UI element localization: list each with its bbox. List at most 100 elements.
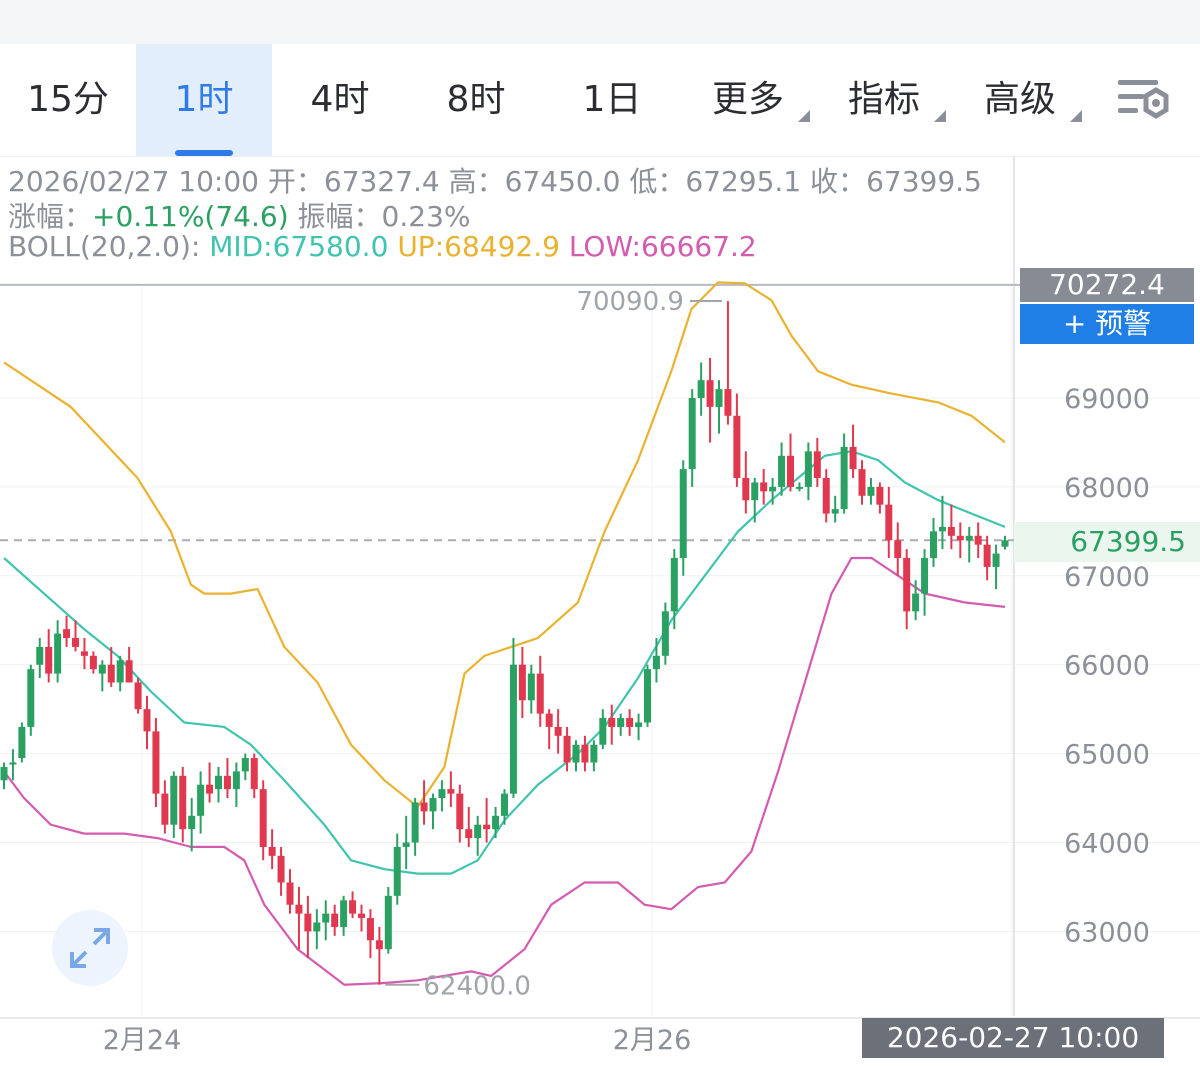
candle-body [0, 766, 8, 781]
y-tick-label-5: 68000 [1064, 473, 1150, 504]
y-tick-label-1: 64000 [1064, 829, 1150, 860]
candle-body [652, 655, 660, 670]
tab-2[interactable]: 4时 [272, 44, 408, 156]
x-tick-label-0: 2月24 [103, 1025, 182, 1056]
candle-body [366, 918, 374, 941]
y-tick-label-0: 63000 [1064, 917, 1150, 948]
y-tick-label-4: 67000 [1064, 562, 1150, 593]
candle-body [286, 882, 294, 905]
dropdown-triangle-icon [798, 110, 810, 122]
candle-body [295, 904, 303, 914]
candle-body [947, 526, 955, 536]
candle-body [456, 793, 464, 830]
tab-7[interactable]: 高级 [952, 44, 1088, 156]
candle-body [626, 718, 634, 727]
candle-body [769, 486, 777, 492]
candle-body [420, 802, 428, 812]
dropdown-triangle-icon [934, 110, 946, 122]
candle-body [590, 744, 598, 763]
candle-body [143, 709, 151, 732]
candle-body [778, 455, 786, 487]
candle-body [938, 526, 946, 532]
candle-body [965, 535, 973, 541]
add-alert-button[interactable]: + 预警 [1020, 304, 1194, 344]
boll-upper-line [3, 281, 1006, 809]
candle-body [661, 611, 669, 656]
candle-body [545, 713, 553, 727]
candle-body [116, 660, 124, 683]
candle-body [608, 718, 616, 727]
candle-body [724, 389, 732, 416]
candle-body [125, 660, 133, 683]
candle-body [161, 793, 169, 825]
candle-body [831, 509, 839, 514]
candle-body [331, 913, 339, 927]
candle-body [912, 593, 920, 612]
candle-body [268, 846, 276, 856]
candle-body [858, 469, 866, 496]
candle-body [706, 380, 714, 407]
tab-label: 4时 [310, 79, 370, 120]
y-tick-label-3: 66000 [1064, 651, 1150, 682]
chart-settings-icon[interactable] [1112, 72, 1172, 128]
candle-body [688, 398, 696, 470]
crosshair-time-label: 2026-02-27 10:00 [862, 1018, 1164, 1058]
candle-body [509, 664, 517, 794]
candle-body [822, 478, 830, 514]
current-price-label: 67399.5 [1014, 522, 1200, 562]
tab-5[interactable]: 更多 [680, 44, 816, 156]
candle-body [787, 455, 794, 487]
tab-0[interactable]: 15分 [0, 44, 136, 156]
tab-1[interactable]: 1时 [136, 44, 272, 156]
candle-body [107, 664, 115, 683]
candle-body [930, 531, 937, 559]
candle-body [206, 784, 214, 794]
candle-body [18, 726, 26, 759]
candle-body [215, 775, 222, 790]
candle-body [197, 784, 205, 816]
candle-body [885, 504, 893, 541]
candle-body [63, 629, 71, 639]
candle-body [304, 913, 312, 932]
candle-body [384, 895, 392, 950]
interval-tab-bar: 15分 1时 4时 8时 1日 更多 指标 高级 [0, 44, 1200, 157]
candle-body [259, 789, 267, 847]
min-price-label: 62400.0 [423, 972, 531, 1002]
tab-6[interactable]: 指标 [816, 44, 952, 156]
candle-body [54, 633, 62, 674]
candle-body [733, 415, 741, 479]
candle-body [179, 775, 187, 830]
tab-3[interactable]: 8时 [408, 44, 544, 156]
candle-body [876, 486, 884, 505]
candle-body [358, 913, 365, 919]
tab-4[interactable]: 1日 [544, 44, 680, 156]
candle-body [572, 744, 580, 763]
candle-body [98, 664, 106, 674]
candle-body [795, 486, 803, 489]
candle-body [679, 469, 687, 559]
candle-body [527, 673, 535, 701]
candle-body [9, 762, 17, 765]
candle-body [599, 718, 607, 745]
candle-body [715, 389, 723, 407]
candle-body [232, 771, 240, 790]
candle-body [867, 486, 875, 496]
candle-body [438, 789, 446, 799]
candle-body [804, 451, 812, 487]
tab-label: 更多 [711, 79, 784, 120]
candle-body [635, 722, 643, 727]
candle-body [80, 651, 88, 656]
candle-body [760, 482, 768, 492]
tab-label: 指标 [847, 79, 920, 120]
tab-label: 1时 [174, 79, 234, 120]
candle-body [447, 789, 455, 794]
candle-body [36, 646, 44, 665]
candle-body [1001, 540, 1009, 547]
fullscreen-expand-button[interactable] [52, 910, 128, 986]
tab-label: 15分 [27, 79, 109, 120]
candle-body [840, 446, 848, 510]
candle-body [313, 922, 321, 932]
candle-body [536, 673, 544, 714]
candle-body [474, 824, 482, 839]
dropdown-triangle-icon [1070, 110, 1082, 122]
